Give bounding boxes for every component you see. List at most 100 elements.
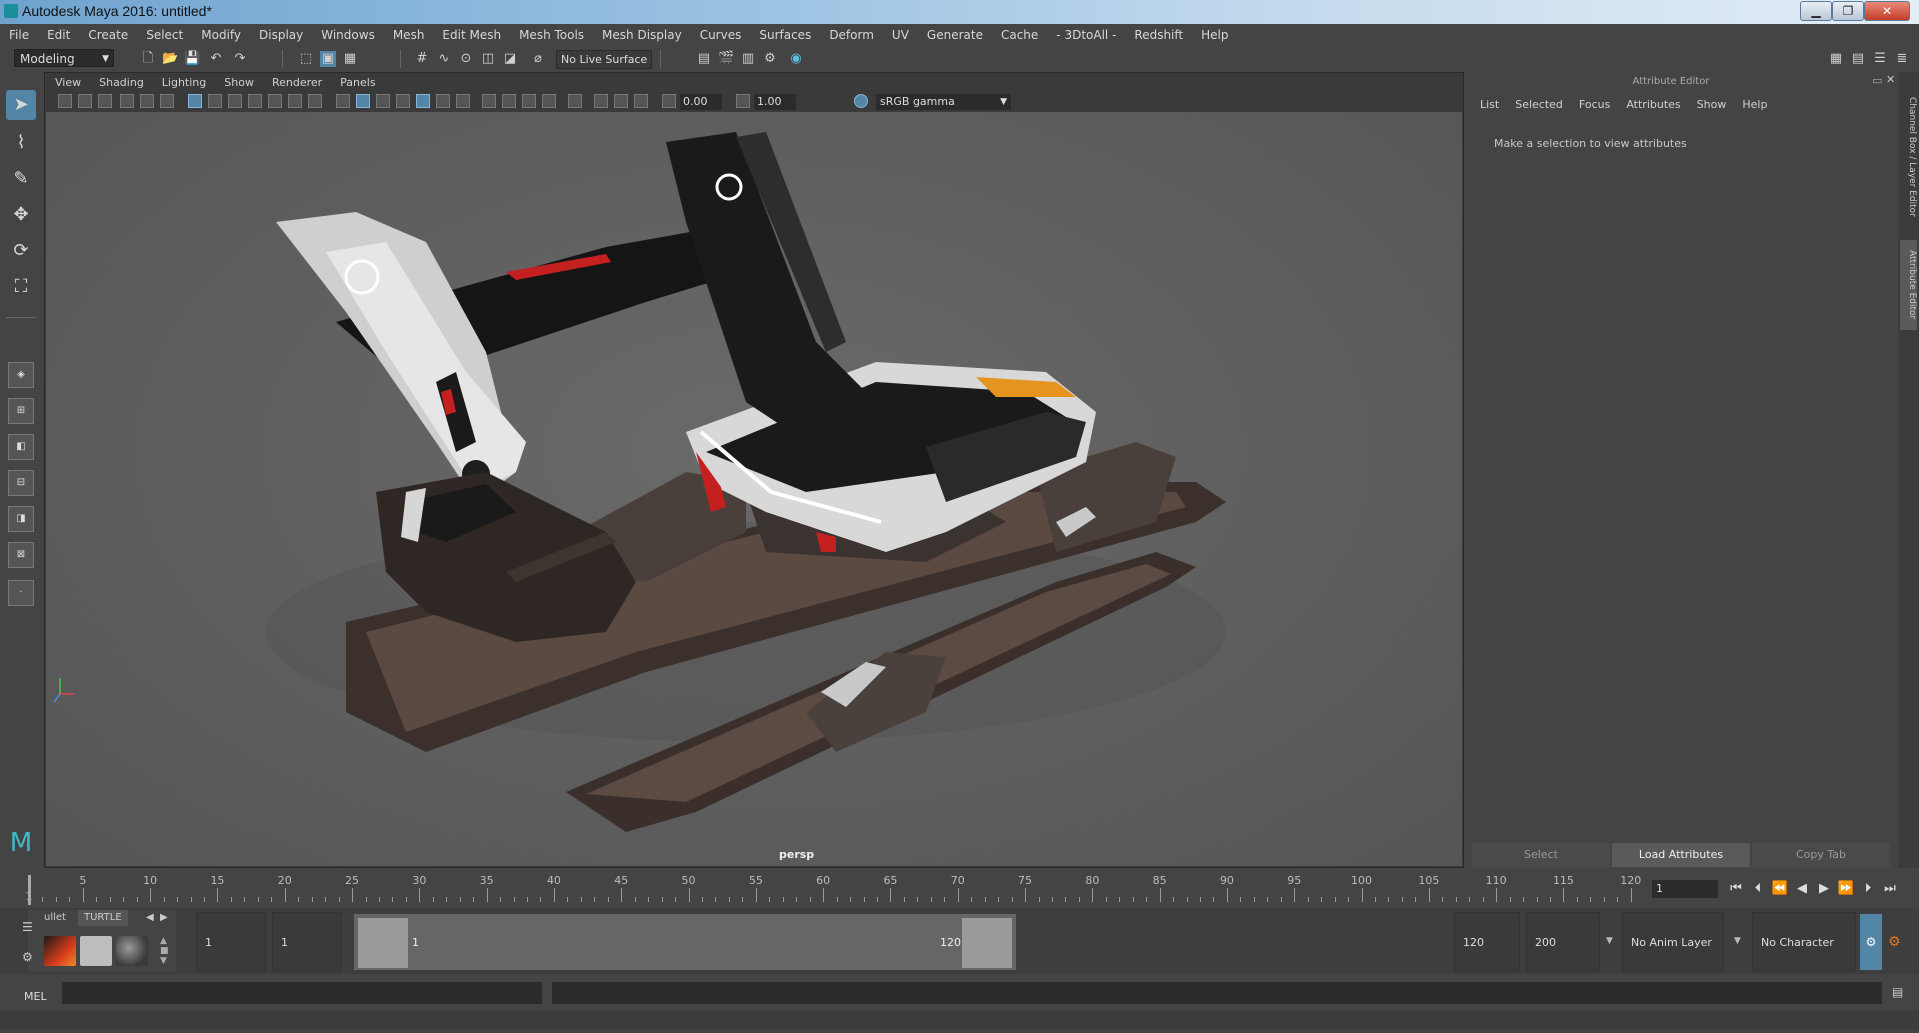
current-frame-field[interactable]: 1 bbox=[1652, 880, 1718, 898]
playback-start-field[interactable]: 1 bbox=[272, 912, 342, 972]
perspective-outliner-layout-icon[interactable]: ◧ bbox=[8, 434, 34, 460]
xray-active-components-icon[interactable] bbox=[614, 94, 628, 108]
channel-box-toggle-icon[interactable]: ≣ bbox=[1894, 51, 1910, 67]
menu-curves[interactable]: Curves bbox=[691, 28, 751, 42]
render-view-icon[interactable]: ▤ bbox=[696, 51, 712, 67]
ipr-render-icon[interactable]: ▥ bbox=[740, 51, 756, 67]
scale-tool-icon[interactable]: ⛶ bbox=[6, 272, 36, 302]
script-editor-icon[interactable]: ▤ bbox=[1892, 985, 1903, 999]
ae-menu-attributes[interactable]: Attributes bbox=[1618, 96, 1688, 114]
ae-menu-selected[interactable]: Selected bbox=[1507, 96, 1571, 114]
shelf-menu-icon[interactable]: ☰ bbox=[22, 920, 33, 934]
snap-curve-icon[interactable]: ∿ bbox=[436, 51, 452, 67]
menu-edit-mesh[interactable]: Edit Mesh bbox=[433, 28, 510, 42]
attribute-editor-toggle-icon[interactable]: ▤ bbox=[1850, 51, 1866, 67]
new-scene-icon[interactable]: 🗋 bbox=[140, 51, 156, 67]
menu-edit[interactable]: Edit bbox=[38, 28, 79, 42]
color-management-icon[interactable] bbox=[854, 94, 868, 108]
snap-grid-icon[interactable]: # bbox=[414, 51, 430, 67]
close-button[interactable]: ✕ bbox=[1864, 1, 1910, 21]
snap-view-plane-icon[interactable]: ◫ bbox=[480, 51, 496, 67]
select-by-hierarchy-icon[interactable]: ⬚ bbox=[298, 51, 314, 67]
shelf-scroll-icon[interactable]: ▲ ■ ▼ bbox=[160, 936, 169, 966]
current-time-indicator[interactable] bbox=[28, 875, 31, 905]
shelf-tab-bullet[interactable]: ullet bbox=[38, 910, 72, 926]
step-forward-frame-icon[interactable]: ⏵ bbox=[1859, 878, 1877, 900]
safe-title-icon[interactable] bbox=[308, 94, 322, 108]
snap-surface-icon[interactable]: ◪ bbox=[502, 51, 518, 67]
smooth-shade-icon[interactable] bbox=[356, 94, 370, 108]
menu-cache[interactable]: Cache bbox=[992, 28, 1047, 42]
safe-action-icon[interactable] bbox=[288, 94, 302, 108]
play-forwards-icon[interactable]: ▶ bbox=[1815, 878, 1833, 900]
xray-joints-icon[interactable] bbox=[634, 94, 648, 108]
menu-mesh-display[interactable]: Mesh Display bbox=[593, 28, 691, 42]
animation-preferences-icon[interactable]: ⚙ bbox=[1888, 934, 1901, 950]
move-tool-icon[interactable]: ✥ bbox=[6, 200, 36, 230]
shelf-scroll-left-icon[interactable]: ◀ bbox=[146, 912, 154, 923]
range-slider[interactable] bbox=[354, 914, 1016, 970]
ae-menu-focus[interactable]: Focus bbox=[1571, 96, 1618, 114]
image-plane-icon[interactable] bbox=[120, 94, 134, 108]
outliner-layout-icon[interactable]: ⊠ bbox=[8, 542, 34, 568]
float-panel-icon[interactable]: ▭ bbox=[1872, 74, 1882, 87]
viewport-menu-view[interactable]: View bbox=[46, 74, 90, 92]
screen-space-ao-icon[interactable] bbox=[482, 94, 496, 108]
ae-load-attributes-button[interactable]: Load Attributes bbox=[1612, 843, 1750, 867]
exposure-icon[interactable] bbox=[662, 94, 676, 108]
motion-blur-icon[interactable] bbox=[502, 94, 516, 108]
ae-menu-show[interactable]: Show bbox=[1689, 96, 1735, 114]
menu-windows[interactable]: Windows bbox=[312, 28, 384, 42]
playback-end-field[interactable]: 120 bbox=[1454, 912, 1520, 972]
menu-generate[interactable]: Generate bbox=[918, 28, 992, 42]
bookmark-icon[interactable] bbox=[98, 94, 112, 108]
menu-deform[interactable]: Deform bbox=[820, 28, 883, 42]
view-transform-dropdown[interactable]: sRGB gamma ▼ bbox=[876, 94, 1011, 110]
tab-attribute-editor[interactable]: Attribute Editor bbox=[1900, 240, 1917, 330]
menu-mesh-tools[interactable]: Mesh Tools bbox=[510, 28, 593, 42]
step-forward-key-icon[interactable]: ⏩ bbox=[1837, 878, 1855, 900]
ae-menu-help[interactable]: Help bbox=[1734, 96, 1775, 114]
shelf-scroll-right-icon[interactable]: ▶ bbox=[160, 912, 168, 923]
live-surface-field[interactable]: No Live Surface bbox=[556, 50, 652, 69]
undo-icon[interactable]: ↶ bbox=[208, 51, 224, 67]
grid-icon[interactable] bbox=[188, 94, 202, 108]
gamma-field[interactable]: 1.00 bbox=[754, 94, 796, 110]
depth-of-field-icon[interactable] bbox=[542, 94, 556, 108]
perspective-viewport[interactable]: persp bbox=[46, 112, 1462, 866]
play-backwards-icon[interactable]: ◀ bbox=[1793, 878, 1811, 900]
paint-select-tool-icon[interactable]: ✎ bbox=[6, 164, 36, 194]
range-slider-start-handle[interactable] bbox=[358, 918, 408, 968]
default-material-icon[interactable] bbox=[376, 94, 390, 108]
command-input[interactable] bbox=[62, 982, 542, 1004]
wireframe-on-shaded-icon[interactable] bbox=[396, 94, 410, 108]
field-chart-icon[interactable] bbox=[268, 94, 282, 108]
wireframe-icon[interactable] bbox=[336, 94, 350, 108]
open-scene-icon[interactable]: 📂 bbox=[162, 51, 178, 67]
exposure-field[interactable]: 0.00 bbox=[680, 94, 722, 110]
ae-menu-list[interactable]: List bbox=[1472, 96, 1507, 114]
use-all-lights-icon[interactable] bbox=[436, 94, 450, 108]
range-slider-end-handle[interactable] bbox=[962, 918, 1012, 968]
go-to-end-icon[interactable]: ⏭ bbox=[1881, 878, 1899, 900]
shadows-icon[interactable] bbox=[456, 94, 470, 108]
menu-create[interactable]: Create bbox=[79, 28, 137, 42]
menu-display[interactable]: Display bbox=[250, 28, 312, 42]
menu-redshift[interactable]: Redshift bbox=[1125, 28, 1192, 42]
viewport-menu-shading[interactable]: Shading bbox=[90, 74, 153, 92]
turtle-bake-shelf-icon[interactable] bbox=[80, 936, 112, 966]
menu-help[interactable]: Help bbox=[1192, 28, 1237, 42]
select-camera-icon[interactable] bbox=[58, 94, 72, 108]
turtle-render-shelf-icon[interactable] bbox=[44, 936, 76, 966]
auto-key-icon[interactable]: ⚙ bbox=[1860, 914, 1882, 970]
turtle-sphere-shelf-icon[interactable] bbox=[116, 936, 148, 966]
select-tool-icon[interactable]: ➤ bbox=[6, 90, 36, 120]
select-by-component-icon[interactable]: ▦ bbox=[342, 51, 358, 67]
single-perspective-layout-icon[interactable]: ◈ bbox=[8, 362, 34, 388]
menu-modify[interactable]: Modify bbox=[192, 28, 250, 42]
menu-select[interactable]: Select bbox=[137, 28, 192, 42]
resolution-gate-icon[interactable] bbox=[228, 94, 242, 108]
viewport-menu-lighting[interactable]: Lighting bbox=[153, 74, 215, 92]
select-by-object-icon[interactable]: ▣ bbox=[320, 51, 336, 67]
hypershade-icon[interactable]: ◉ bbox=[788, 51, 804, 67]
